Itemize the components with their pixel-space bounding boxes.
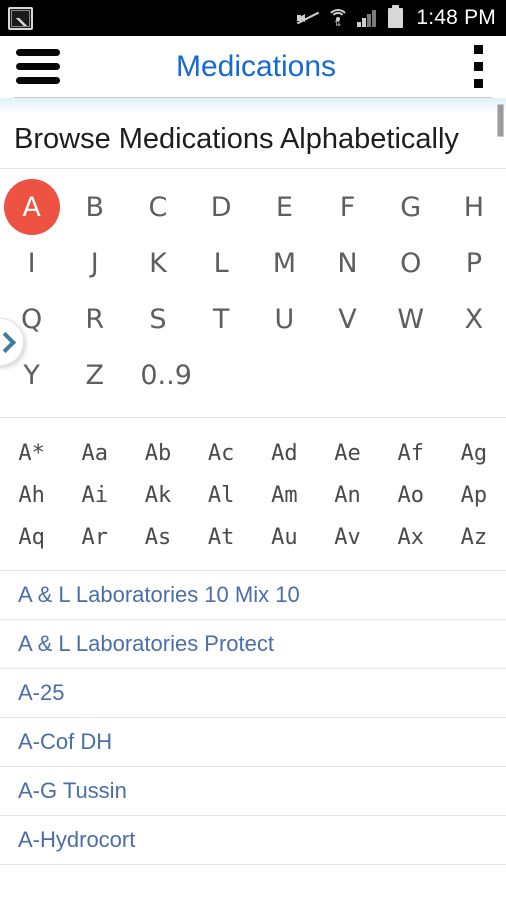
medication-link[interactable]: A & L Laboratories Protect [18,631,274,657]
prefix-item-a-star[interactable]: A* [0,432,63,474]
alphabet-item-o[interactable]: O [379,235,442,291]
status-bar: ⇅ 1:48 PM [0,0,506,36]
prefix-item-as[interactable]: As [126,516,189,558]
prefix-item-ah[interactable]: Ah [0,474,63,516]
prefix-row: Aq Ar As At Au Av Ax Az [0,516,506,558]
prefix-item-ab[interactable]: Ab [126,432,189,474]
alphabet-item-m[interactable]: M [253,235,316,291]
alphabet-row: A B C D E F G H [0,179,506,235]
prefix-item-at[interactable]: At [190,516,253,558]
alphabet-item-c[interactable]: C [126,179,189,235]
prefix-item-an[interactable]: An [316,474,379,516]
alphabet-item-w[interactable]: W [379,291,442,347]
alphabet-item-v[interactable]: V [316,291,379,347]
mute-icon [297,9,320,27]
page-title: Browse Medications Alphabetically [14,123,459,155]
wifi-icon: ⇅ [327,8,350,28]
prefix-item-ar[interactable]: Ar [63,516,126,558]
alphabet-row: I J K L M N O P [0,235,506,291]
alphabet-item-z[interactable]: Z [63,347,126,403]
prefix-item-av[interactable]: Av [316,516,379,558]
alphabet-item-a[interactable]: A [0,179,63,235]
prefix-item-al[interactable]: Al [190,474,253,516]
list-item[interactable]: A-Cof DH [0,718,506,767]
alphabet-item-b[interactable]: B [63,179,126,235]
alphabet-item-g[interactable]: G [379,179,442,235]
alphabet-item-i[interactable]: I [0,235,63,291]
alphabet-item-r[interactable]: R [63,291,126,347]
alphabet-item-u[interactable]: U [253,291,316,347]
alphabet-item-f[interactable]: F [316,179,379,235]
chevron-right-icon [0,331,16,353]
medication-link[interactable]: A-Cof DH [18,729,112,755]
alphabet-index: A B C D E F G H I J K L M N O P Q R S T … [0,169,506,417]
page-scrollbar[interactable] [496,100,506,900]
prefix-row: A* Aa Ab Ac Ad Ae Af Ag [0,432,506,474]
alphabet-item-j[interactable]: J [63,235,126,291]
alphabet-item-e[interactable]: E [253,179,316,235]
alphabet-item-a-selected: A [3,179,60,235]
app-bar: Medications [0,36,506,97]
prefix-item-ao[interactable]: Ao [379,474,442,516]
app-bar-title: Medications [175,49,337,83]
list-item[interactable]: A-G Tussin [0,767,506,816]
prefix-item-af[interactable]: Af [379,432,442,474]
alphabet-cell-empty [393,347,456,403]
medication-link[interactable]: A-25 [18,680,64,706]
prefix-item-aq[interactable]: Aq [0,516,63,558]
status-bar-left [8,6,33,30]
list-item[interactable]: A-25 [0,669,506,718]
medication-link[interactable]: A-G Tussin [18,778,127,804]
overflow-menu-icon[interactable] [450,36,506,97]
prefix-item-am[interactable]: Am [253,474,316,516]
prefix-index: A* Aa Ab Ac Ad Ae Af Ag Ah Ai Ak Al Am A… [0,418,506,570]
alphabet-item-k[interactable]: K [126,235,189,291]
prefix-item-ae[interactable]: Ae [316,432,379,474]
photo-icon [8,6,33,30]
prefix-item-au[interactable]: Au [253,516,316,558]
prefix-item-aa[interactable]: Aa [63,432,126,474]
alphabet-item-t[interactable]: T [190,291,253,347]
medication-link[interactable]: A & L Laboratories 10 Mix 10 [18,582,300,608]
prefix-item-ac[interactable]: Ac [190,432,253,474]
prefix-item-ad[interactable]: Ad [253,432,316,474]
signal-icon [357,9,379,27]
alphabet-cell-empty [330,347,393,403]
list-item[interactable]: A-Hydrocort [0,816,506,865]
hamburger-menu-icon[interactable] [0,36,76,97]
status-bar-right: ⇅ 1:48 PM [297,5,496,30]
prefix-row: Ah Ai Ak Al Am An Ao Ap [0,474,506,516]
medication-link[interactable]: A-Hydrocort [18,827,135,853]
alphabet-cell-empty [266,347,329,403]
list-item[interactable]: A & L Laboratories Protect [0,620,506,669]
alphabet-item-s[interactable]: S [126,291,189,347]
medication-list: A & L Laboratories 10 Mix 10 A & L Labor… [0,570,506,865]
alphabet-item-d[interactable]: D [190,179,253,235]
app-bar-divider [0,97,506,113]
alphabet-row: Q R S T U V W X [0,291,506,347]
alphabet-item-digits[interactable]: 0..9 [126,347,266,403]
scrollbar-thumb[interactable] [497,104,504,137]
prefix-item-ai[interactable]: Ai [63,474,126,516]
alphabet-item-l[interactable]: L [190,235,253,291]
alphabet-item-n[interactable]: N [316,235,379,291]
list-item[interactable]: A & L Laboratories 10 Mix 10 [0,571,506,620]
battery-icon [388,5,404,28]
status-bar-clock: 1:48 PM [416,6,496,29]
alphabet-row: Y Z 0..9 [0,347,506,403]
prefix-item-ak[interactable]: Ak [126,474,189,516]
prefix-item-ax[interactable]: Ax [379,516,442,558]
